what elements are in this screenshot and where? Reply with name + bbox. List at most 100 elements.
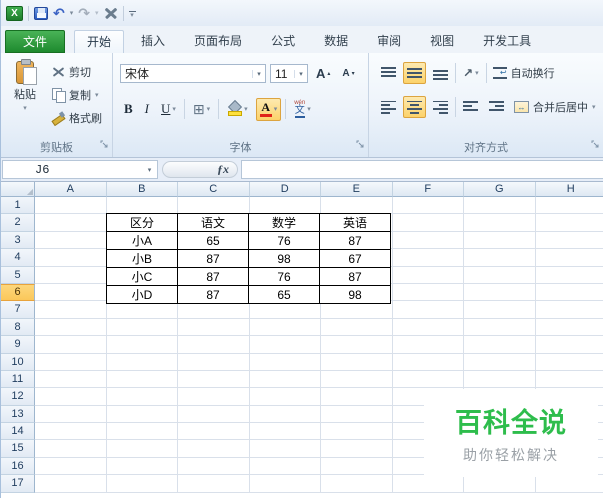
cell-G17[interactable] xyxy=(464,475,536,493)
fill-color-button[interactable]: ▾ xyxy=(223,98,252,120)
column-header-G[interactable]: G xyxy=(464,182,536,197)
cell-E16[interactable] xyxy=(321,457,393,476)
column-header-A[interactable]: A xyxy=(35,182,107,197)
cell-B10[interactable] xyxy=(106,353,178,371)
increase-indent-button[interactable] xyxy=(485,96,508,118)
tab-页面布局[interactable]: 页面布局 xyxy=(182,30,254,53)
alignment-dialog-launcher-icon[interactable] xyxy=(591,135,599,153)
tab-数据[interactable]: 数据 xyxy=(312,30,360,53)
copy-button[interactable]: 复制 ▾ xyxy=(52,85,102,104)
redo-icon[interactable]: ↷ xyxy=(78,6,90,20)
cell-H6[interactable] xyxy=(535,283,603,302)
cell-A5[interactable] xyxy=(35,266,107,284)
wrap-text-button[interactable]: ↩ 自动换行 xyxy=(490,63,558,83)
cell-F8[interactable] xyxy=(392,318,464,337)
underline-dropdown-icon[interactable]: ▾ xyxy=(172,105,176,113)
table-cell[interactable]: 98 xyxy=(248,249,320,268)
cell-H9[interactable] xyxy=(535,336,603,354)
undo-dropdown-icon[interactable]: ▾ xyxy=(70,9,74,17)
table-cell[interactable]: 小D xyxy=(106,285,178,304)
table-header-cell[interactable]: 数学 xyxy=(248,213,320,232)
cell-G8[interactable] xyxy=(464,318,536,337)
underline-button[interactable]: U ▾ xyxy=(157,97,180,121)
select-all-corner[interactable]: ◢ xyxy=(1,182,35,197)
table-header-cell[interactable]: 语文 xyxy=(177,213,249,232)
cell-E1[interactable] xyxy=(321,197,393,215)
cell-H10[interactable] xyxy=(535,353,603,371)
decrease-indent-button[interactable] xyxy=(459,96,482,118)
cell-F7[interactable] xyxy=(392,301,464,319)
cell-D14[interactable] xyxy=(249,423,321,441)
font-color-dropdown-icon[interactable]: ▾ xyxy=(274,105,278,113)
paste-dropdown-icon[interactable]: ▾ xyxy=(23,104,27,112)
cell-B12[interactable] xyxy=(106,388,178,406)
name-box-dropdown-icon[interactable]: ▾ xyxy=(142,166,157,174)
cell-B14[interactable] xyxy=(106,423,178,441)
phonetic-dropdown-icon[interactable]: ▾ xyxy=(307,105,311,113)
column-header-D[interactable]: D xyxy=(249,182,321,197)
cell-A11[interactable] xyxy=(35,370,107,389)
font-name-dropdown-icon[interactable]: ▾ xyxy=(252,69,265,78)
cell-D16[interactable] xyxy=(249,457,321,476)
row-header-4[interactable]: 4 xyxy=(1,249,35,267)
merge-center-button[interactable]: ↔ 合并后居中 ▾ xyxy=(511,97,599,117)
table-cell[interactable]: 87 xyxy=(319,231,391,250)
cell-G6[interactable] xyxy=(464,283,536,302)
align-left-button[interactable] xyxy=(377,96,400,118)
cell-F11[interactable] xyxy=(392,370,464,389)
tab-开始[interactable]: 开始 xyxy=(74,30,125,53)
cell-F3[interactable] xyxy=(392,231,464,250)
font-size-combo[interactable]: 11 ▾ xyxy=(270,64,308,83)
orientation-dropdown-icon[interactable]: ▾ xyxy=(475,69,479,77)
cell-C16[interactable] xyxy=(178,457,250,476)
cell-D1[interactable] xyxy=(249,197,321,215)
font-size-dropdown-icon[interactable]: ▾ xyxy=(294,69,307,78)
cell-F9[interactable] xyxy=(392,336,464,354)
table-cell[interactable]: 87 xyxy=(177,267,249,286)
cell-H2[interactable] xyxy=(535,214,603,232)
cell-A17[interactable] xyxy=(35,475,107,493)
cell-G2[interactable] xyxy=(464,214,536,232)
cell-E10[interactable] xyxy=(321,353,393,371)
undo-icon[interactable]: ↶ xyxy=(53,6,65,20)
cell-F1[interactable] xyxy=(392,197,464,215)
cell-A6[interactable] xyxy=(35,283,107,302)
cell-B15[interactable] xyxy=(106,440,178,458)
cell-H4[interactable] xyxy=(535,249,603,267)
cell-C15[interactable] xyxy=(178,440,250,458)
cell-E13[interactable] xyxy=(321,405,393,424)
cell-C17[interactable] xyxy=(178,475,250,493)
cell-A8[interactable] xyxy=(35,318,107,337)
row-header-11[interactable]: 11 xyxy=(1,370,35,389)
table-header-cell[interactable]: 英语 xyxy=(319,213,391,232)
cell-E11[interactable] xyxy=(321,370,393,389)
borders-dropdown-icon[interactable]: ▾ xyxy=(207,105,211,113)
row-header-2[interactable]: 2 xyxy=(1,214,35,232)
cell-H1[interactable] xyxy=(535,197,603,215)
cell-H3[interactable] xyxy=(535,231,603,250)
row-header-17[interactable]: 17 xyxy=(1,475,35,493)
cell-B9[interactable] xyxy=(106,336,178,354)
row-header-16[interactable]: 16 xyxy=(1,457,35,476)
row-header-15[interactable]: 15 xyxy=(1,440,35,458)
cell-G3[interactable] xyxy=(464,231,536,250)
cell-A13[interactable] xyxy=(35,405,107,424)
cell-D15[interactable] xyxy=(249,440,321,458)
cell-A9[interactable] xyxy=(35,336,107,354)
table-header-cell[interactable]: 区分 xyxy=(106,213,178,232)
cell-C8[interactable] xyxy=(178,318,250,337)
middle-align-button[interactable] xyxy=(403,62,426,84)
cell-E8[interactable] xyxy=(321,318,393,337)
table-cell[interactable]: 87 xyxy=(177,249,249,268)
formula-input[interactable] xyxy=(241,160,603,179)
tab-插入[interactable]: 插入 xyxy=(129,30,177,53)
name-box[interactable]: J6 ▾ xyxy=(2,160,158,179)
cell-H11[interactable] xyxy=(535,370,603,389)
column-header-B[interactable]: B xyxy=(106,182,178,197)
format-painter-button[interactable]: 格式刷 xyxy=(52,108,102,127)
cell-F10[interactable] xyxy=(392,353,464,371)
cell-H5[interactable] xyxy=(535,266,603,284)
cell-D11[interactable] xyxy=(249,370,321,389)
cell-E15[interactable] xyxy=(321,440,393,458)
fill-color-dropdown-icon[interactable]: ▾ xyxy=(244,105,248,113)
